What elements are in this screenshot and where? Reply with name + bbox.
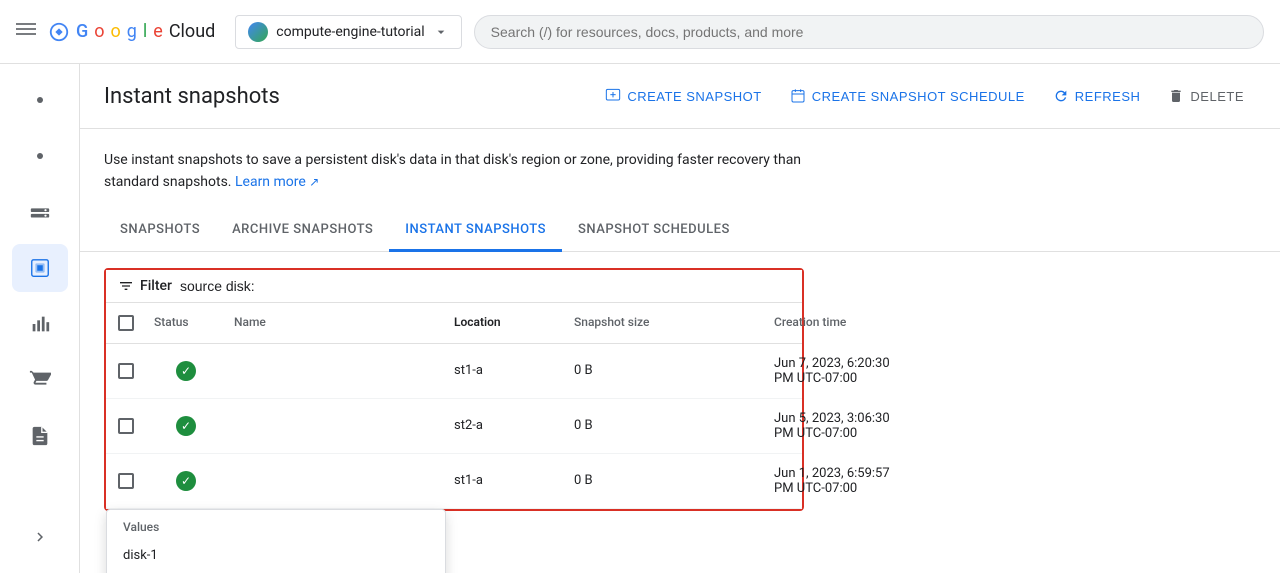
filter-label: Filter [118,278,172,294]
refresh-button[interactable]: REFRESH [1041,80,1153,112]
filter-container: Filter Status Name Location Snapshot siz… [104,268,804,511]
filter-icon [118,278,134,294]
table-header: Status Name Location Snapshot size Creat… [106,303,802,344]
dropdown-item-0[interactable]: disk-1 [107,540,445,571]
row3-name [226,473,446,489]
refresh-icon [1053,88,1069,104]
chevron-down-icon [433,24,449,40]
sidebar-item-docs[interactable] [12,412,68,460]
row3-status: ✓ [146,463,226,499]
tab-instant-snapshots[interactable]: INSTANT SNAPSHOTS [389,210,562,252]
table-row: ✓ st2-a 0 B Jun 5, 2023, 3:06:30 PM UTC-… [106,399,802,454]
docs-icon [29,425,51,447]
create-schedule-icon [790,88,806,104]
tab-archive-snapshots[interactable]: ARCHIVE SNAPSHOTS [216,210,389,252]
sidebar-item-2[interactable] [12,132,68,180]
create-snapshot-schedule-button[interactable]: CREATE SNAPSHOT SCHEDULE [778,80,1037,112]
row3-snapshot-size: 0 B [566,465,766,496]
sidebar-item-compute[interactable] [12,244,68,292]
row2-checkbox-cell [106,410,146,442]
page-title: Instant snapshots [104,84,280,109]
filter-dropdown: Values disk-1 disk-2-from-snap-no-pm dis… [106,509,446,573]
dropdown-header: Values [107,510,445,540]
main-content: Instant snapshots CREATE SNAPSHOT [80,64,1280,573]
compute-icon [29,257,51,279]
sidebar-expand[interactable] [12,513,68,561]
search-input[interactable] [474,15,1264,49]
tab-snapshot-schedules[interactable]: SNAPSHOT SCHEDULES [562,210,746,252]
filter-row: Filter [106,270,802,303]
table-area: Filter Status Name Location Snapshot siz… [80,252,1280,527]
delete-button[interactable]: DELETE [1156,80,1256,112]
row1-checkbox[interactable] [118,363,134,379]
delete-icon [1168,88,1184,104]
page-header: Instant snapshots CREATE SNAPSHOT [80,64,1280,129]
row2-location: st2-a [446,410,566,441]
sidebar-item-1[interactable] [12,76,68,124]
table-row: ✓ st1-a 0 B Jun 1, 2023, 6:59:57 PM UTC-… [106,454,802,509]
tab-snapshots[interactable]: SNAPSHOTS [104,210,216,252]
description-area: Use instant snapshots to save a persiste… [80,129,1280,194]
metrics-icon [29,313,51,335]
sidebar-item-storage[interactable] [12,188,68,236]
top-navigation: Google Cloud compute-engine-tutorial [0,0,1280,64]
row2-snapshot-size: 0 B [566,410,766,441]
row1-status: ✓ [146,353,226,389]
row3-checkbox-cell [106,465,146,497]
header-creation-time: Creation time [766,311,916,335]
project-name: compute-engine-tutorial [276,24,424,40]
row3-status-icon: ✓ [176,471,196,491]
header-location: Location [446,311,566,335]
expand-icon [31,528,49,546]
header-checkbox[interactable] [118,315,134,331]
filter-input[interactable] [180,278,790,294]
learn-more-link[interactable]: Learn more ↗ [235,174,319,190]
row3-checkbox[interactable] [118,473,134,489]
sidebar [0,64,80,573]
header-snapshot-size: Snapshot size [566,311,766,335]
description-text: Use instant snapshots to save a persiste… [104,149,804,194]
cart-icon [29,369,51,391]
row3-location: st1-a [446,465,566,496]
project-icon [248,22,268,42]
header-checkbox-col [106,311,146,335]
header-status: Status [146,311,226,335]
table-row: ✓ st1-a 0 B Jun 7, 2023, 6:20:30 PM UTC-… [106,344,802,399]
sidebar-dot-1 [37,97,43,103]
row2-creation-time: Jun 5, 2023, 3:06:30 PM UTC-07:00 [766,403,916,449]
storage-icon [29,201,51,223]
row3-creation-time: Jun 1, 2023, 6:59:57 PM UTC-07:00 [766,458,916,504]
row1-status-icon: ✓ [176,361,196,381]
header-name: Name [226,311,446,335]
google-cloud-logo: Google Cloud [48,21,215,43]
sidebar-item-cart[interactable] [12,356,68,404]
tabs-bar: SNAPSHOTS ARCHIVE SNAPSHOTS INSTANT SNAP… [80,210,1280,252]
row1-checkbox-cell [106,355,146,387]
sidebar-item-metrics[interactable] [12,300,68,348]
app-body: Instant snapshots CREATE SNAPSHOT [0,64,1280,573]
header-actions: CREATE SNAPSHOT CREATE SNAPSHOT SCHEDULE [593,80,1256,112]
row2-checkbox[interactable] [118,418,134,434]
row2-status-icon: ✓ [176,416,196,436]
project-selector[interactable]: compute-engine-tutorial [235,15,461,49]
row1-location: st1-a [446,355,566,386]
row2-status: ✓ [146,408,226,444]
row1-creation-time: Jun 7, 2023, 6:20:30 PM UTC-07:00 [766,348,916,394]
create-snapshot-button[interactable]: CREATE SNAPSHOT [593,80,773,112]
sidebar-dot-2 [37,153,43,159]
hamburger-menu-icon[interactable] [16,19,36,44]
external-link-icon: ↗ [309,175,319,189]
row2-name [226,418,446,434]
create-snapshot-icon [605,88,621,104]
row1-snapshot-size: 0 B [566,355,766,386]
row1-name [226,363,446,379]
